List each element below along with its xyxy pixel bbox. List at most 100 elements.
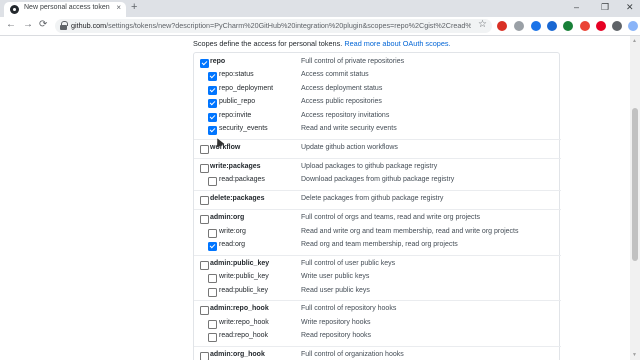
scope-checkbox[interactable] [200, 164, 209, 173]
scope-checkbox[interactable] [208, 86, 217, 95]
scope-row-workflow: workflow Update github action workflows [194, 144, 561, 156]
scope-checkbox[interactable] [200, 59, 209, 68]
bookmark-extension-icon[interactable] [563, 21, 573, 31]
scope-checkbox[interactable] [208, 274, 217, 283]
reload-button[interactable]: ⟳ [39, 19, 47, 30]
github-favicon-icon [10, 5, 19, 14]
scope-checkbox[interactable] [208, 333, 217, 342]
scope-checkbox[interactable] [208, 72, 217, 81]
minimize-button[interactable]: – [574, 2, 579, 12]
lock-icon-body [60, 25, 67, 30]
scope-name: security_events [219, 125, 268, 132]
close-tab-icon[interactable]: × [116, 3, 121, 12]
restore-button[interactable]: ❐ [601, 2, 609, 13]
scope-description: Read repository hooks [301, 332, 372, 339]
abp-extension-icon[interactable] [497, 21, 507, 31]
scope-name: admin:org_hook [210, 351, 265, 358]
scope-description: Delete packages from github package regi… [301, 195, 444, 202]
scope-checkbox[interactable] [208, 177, 217, 186]
scope-description: Access commit status [301, 71, 369, 78]
red-badge-extension-icon[interactable] [580, 21, 590, 31]
scope-checkbox[interactable] [208, 126, 217, 135]
close-window-button[interactable]: ✕ [626, 2, 634, 13]
scope-row-admin-org: admin:org Full control of orgs and teams,… [194, 214, 561, 226]
scope-row-repo-invite: repo:invite Access repository invitations [194, 112, 561, 124]
scope-name: read:public_key [219, 287, 269, 294]
page-scrollbar[interactable]: ▲ ▼ [630, 36, 640, 360]
scroll-down-arrow-icon[interactable]: ▼ [632, 352, 637, 358]
scope-checkbox[interactable] [200, 306, 209, 315]
scope-row-read-public-key: read:public_key Read user public keys [194, 287, 561, 299]
scope-name: read:packages [219, 176, 265, 183]
scroll-up-arrow-icon[interactable]: ▲ [632, 38, 637, 44]
scope-group-divider [194, 255, 561, 256]
new-tab-button[interactable]: + [131, 1, 137, 13]
scope-row-write-repo-hook: write:repo_hook Write repository hooks [194, 319, 561, 331]
scope-row-public-repo: public_repo Access public repositories [194, 98, 561, 110]
scroll-thumb[interactable] [632, 108, 638, 261]
scope-row-read-repo-hook: read:repo_hook Read repository hooks [194, 332, 561, 344]
scope-name: public_repo [219, 98, 256, 105]
scope-checkbox[interactable] [208, 320, 217, 329]
bookmark-star-icon[interactable]: ☆ [478, 19, 487, 30]
avatar-extension-icon[interactable] [628, 21, 638, 31]
url-text[interactable]: github.com/settings/tokens/new?descripti… [71, 21, 471, 30]
tab-strip: New personal access token × + – ❐ ✕ [0, 0, 640, 17]
iq-extension-icon[interactable] [547, 21, 557, 31]
scope-description: Write user public keys [301, 273, 370, 280]
scope-name: write:packages [210, 163, 261, 170]
oauth-scopes-link[interactable]: Read more about OAuth scopes. [344, 39, 450, 48]
scope-group-divider [194, 209, 561, 210]
scope-name: write:org [219, 228, 246, 235]
scope-name: admin:repo_hook [210, 305, 269, 312]
scope-checkbox[interactable] [200, 196, 209, 205]
scope-group-divider [194, 158, 561, 159]
scope-description: Read and write org and team membership, … [301, 228, 519, 235]
scope-checkbox[interactable] [208, 242, 217, 251]
scope-name: repo_deployment [219, 85, 274, 92]
scope-description: Access repository invitations [301, 112, 390, 119]
page-content: Scopes define the access for personal to… [0, 36, 640, 360]
scope-name: write:repo_hook [219, 319, 269, 326]
puzzle-extension-icon[interactable] [612, 21, 622, 31]
forward-button[interactable]: → [23, 19, 33, 30]
tab-active[interactable]: New personal access token × [4, 2, 126, 17]
scope-description: Download packages from github package re… [301, 176, 455, 183]
blue-extension-icon[interactable] [531, 21, 541, 31]
scope-name: repo:invite [219, 112, 252, 119]
url-path: /settings/tokens/new?description=PyCharm… [106, 21, 471, 30]
intro-text: Scopes define the access for personal to… [193, 39, 343, 48]
scope-description: Full control of organization hooks [301, 351, 404, 358]
scope-checkbox[interactable] [208, 99, 217, 108]
address-bar[interactable]: github.com/settings/tokens/new?descripti… [55, 19, 492, 33]
back-button[interactable]: ← [6, 19, 16, 30]
scope-name: admin:public_key [210, 260, 270, 267]
browser-toolbar: ← → ⟳ github.com/settings/tokens/new?des… [0, 17, 640, 36]
scope-row-repo-status: repo:status Access commit status [194, 71, 561, 83]
grey-extension-icon[interactable] [514, 21, 524, 31]
scope-description: Write repository hooks [301, 319, 371, 326]
scope-row-admin-org-hook: admin:org_hook Full control of organizati… [194, 351, 561, 360]
scope-description: Read org and team membership, read org p… [301, 241, 458, 248]
scope-checkbox[interactable] [208, 113, 217, 122]
scope-row-read-packages: read:packages Download packages from gith… [194, 176, 561, 188]
scope-description: Full control of repository hooks [301, 305, 397, 312]
scope-description: Upload packages to github package regist… [301, 163, 438, 170]
scope-checkbox[interactable] [200, 145, 209, 154]
scopes-list: repo Full control of private repositories… [193, 52, 561, 360]
scope-name: read:org [219, 241, 246, 248]
scope-description: Read user public keys [301, 287, 370, 294]
scope-row-read-org: read:org Read org and team membership, re… [194, 241, 561, 253]
scope-row-delete-packages: delete:packages Delete packages from gith… [194, 195, 561, 207]
scope-checkbox[interactable] [200, 215, 209, 224]
scope-checkbox[interactable] [200, 352, 209, 360]
scope-group-divider [194, 190, 561, 191]
pinterest-extension-icon[interactable] [596, 21, 606, 31]
scope-name: write:public_key [219, 273, 269, 280]
scope-row-write-public-key: write:public_key Write user public keys [194, 273, 561, 285]
scope-checkbox[interactable] [208, 288, 217, 297]
scope-checkbox[interactable] [208, 229, 217, 238]
scope-checkbox[interactable] [200, 261, 209, 270]
scope-row-security-events: security_events Read and write security e… [194, 125, 561, 137]
scope-description: Full control of orgs and teams, read and… [301, 214, 480, 221]
